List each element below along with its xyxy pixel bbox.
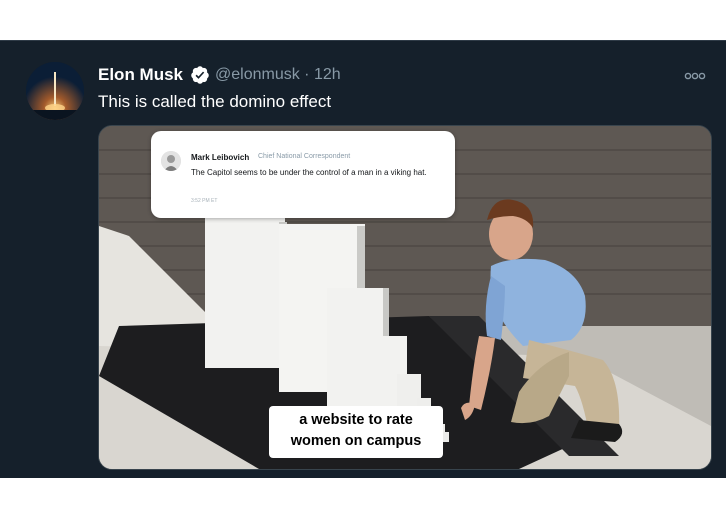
rocket-launch-image	[26, 62, 84, 120]
bottom-margin	[0, 478, 726, 530]
embedded-tweet-text: The Capitol seems to be under the contro…	[191, 168, 427, 177]
separator-dot: ·	[304, 66, 310, 83]
embedded-author-title: Chief National Correspondent	[258, 153, 351, 160]
embedded-tweet-screenshot: Mark Leibovich Chief National Correspond…	[151, 131, 455, 218]
caption-line-2: women on campus	[290, 433, 422, 449]
tweet-text: This is called the domino effect	[98, 92, 332, 111]
author-name[interactable]: Elon Musk	[98, 65, 183, 85]
embedded-avatar	[161, 151, 181, 171]
timestamp[interactable]: 12h	[314, 66, 341, 83]
caption-line-1: a website to rate	[299, 412, 413, 428]
embedded-author-name: Mark Leibovich	[191, 153, 250, 162]
more-options-icon[interactable]	[684, 67, 706, 85]
avatar[interactable]	[26, 62, 84, 120]
handle-and-time[interactable]: @elonmusk · 12h	[215, 66, 341, 84]
verified-badge-icon	[191, 66, 209, 84]
embedded-tweet-time: 3:52 PM ET	[191, 198, 218, 204]
handle[interactable]: @elonmusk	[215, 66, 300, 83]
meme-image[interactable]: Mark Leibovich Chief National Correspond…	[98, 125, 712, 470]
top-margin	[0, 0, 726, 40]
meme-caption: a website to rate women on campus	[269, 406, 443, 458]
tweet-card[interactable]: Elon Musk @elonmusk · 12h This is called…	[0, 40, 726, 479]
